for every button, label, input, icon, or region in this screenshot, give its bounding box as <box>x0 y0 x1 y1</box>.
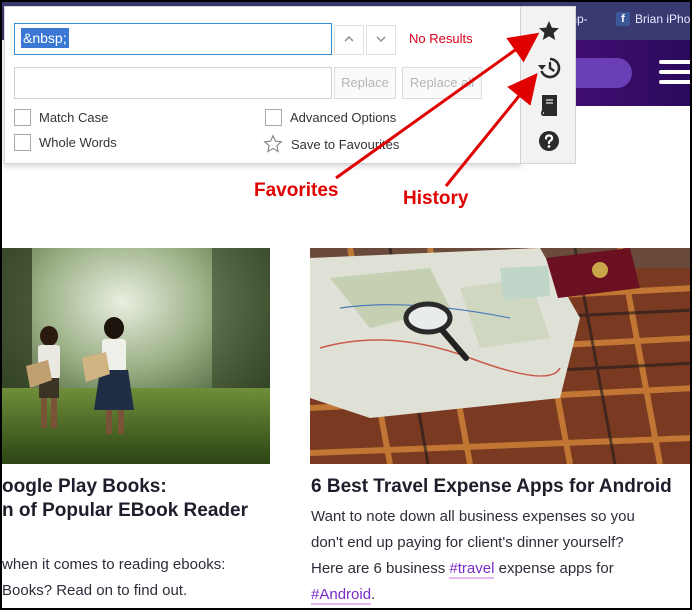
history-annotation: History <box>403 188 469 209</box>
whole-words-label: Whole Words <box>39 135 117 150</box>
find-replace-panel: &nbsp; No Results Replace Replace all Ma… <box>4 6 522 164</box>
search-status-text: No Results <box>409 31 473 46</box>
excerpt-text: . <box>371 586 376 603</box>
article-title-left-line2[interactable]: n of Popular EBook Reader <box>2 499 248 523</box>
hashtag-travel-link[interactable]: #travel <box>449 560 495 579</box>
find-input-selected-text[interactable]: &nbsp; <box>21 28 69 48</box>
article-excerpt-left-line1: when it comes to reading ebooks: <box>2 556 226 573</box>
save-to-favourites-option[interactable]: Save to Favourites <box>263 134 399 154</box>
facebook-icon[interactable]: f <box>616 12 630 26</box>
match-case-option[interactable]: Match Case <box>14 109 108 126</box>
article-excerpt-left: when it comes to reading ebooks: Books? … <box>2 552 225 604</box>
chevron-up-icon <box>344 35 354 42</box>
help-icon[interactable] <box>537 129 561 153</box>
article-image-travel-map[interactable] <box>310 248 690 464</box>
kids-reading-photo <box>2 248 270 464</box>
replace-all-button[interactable]: Replace all <box>402 67 482 99</box>
excerpt-text: Here are 6 business <box>311 560 450 577</box>
star-outline-icon[interactable] <box>263 134 283 154</box>
advanced-options-option[interactable]: Advanced Options <box>265 109 396 126</box>
article-excerpt-left-line2: Books? Read on to find out. <box>2 582 188 599</box>
article-image-kids-reading[interactable] <box>2 248 270 464</box>
advanced-options-checkbox[interactable] <box>265 109 282 126</box>
find-toolbar <box>520 6 576 164</box>
book-icon[interactable] <box>537 93 561 117</box>
article-title-right[interactable]: 6 Best Travel Expense Apps for Android <box>311 475 672 499</box>
whole-words-checkbox[interactable] <box>14 134 31 151</box>
star-icon[interactable] <box>537 19 561 43</box>
article-excerpt-right: Want to note down all business expenses … <box>311 504 635 608</box>
article-title-left-line1[interactable]: oogle Play Books: <box>2 475 248 499</box>
replace-input[interactable] <box>14 67 332 99</box>
facebook-bookmark-label[interactable]: Brian iPhon <box>635 12 690 26</box>
article-excerpt-right-line1: Want to note down all business expenses … <box>311 508 635 525</box>
replace-button[interactable]: Replace <box>334 67 396 99</box>
hashtag-android-link[interactable]: #Android <box>311 586 372 605</box>
article-title-left[interactable]: oogle Play Books: n of Popular EBook Rea… <box>2 475 248 523</box>
favorites-annotation: Favorites <box>254 180 339 201</box>
hamburger-menu-icon[interactable] <box>659 60 690 84</box>
whole-words-option[interactable]: Whole Words <box>14 134 117 151</box>
find-previous-button[interactable] <box>334 25 364 55</box>
find-next-button[interactable] <box>366 25 396 55</box>
match-case-checkbox[interactable] <box>14 109 31 126</box>
article-excerpt-right-line4: #Android. <box>311 582 635 608</box>
article-excerpt-right-line3: Here are 6 business #travel expense apps… <box>311 556 635 582</box>
save-to-favourites-label: Save to Favourites <box>291 136 400 152</box>
screenshot-frame: mp- f Brian iPhon oogle Play Books: n of… <box>0 0 692 610</box>
excerpt-text: expense apps for <box>494 560 614 577</box>
travel-map-photo <box>310 248 690 464</box>
advanced-options-label: Advanced Options <box>290 110 397 125</box>
history-icon[interactable] <box>537 56 561 80</box>
chevron-down-icon <box>376 36 386 43</box>
find-input[interactable]: &nbsp; <box>14 23 332 55</box>
article-excerpt-right-line2: don't end up paying for client's dinner … <box>311 534 624 551</box>
match-case-label: Match Case <box>39 110 109 125</box>
